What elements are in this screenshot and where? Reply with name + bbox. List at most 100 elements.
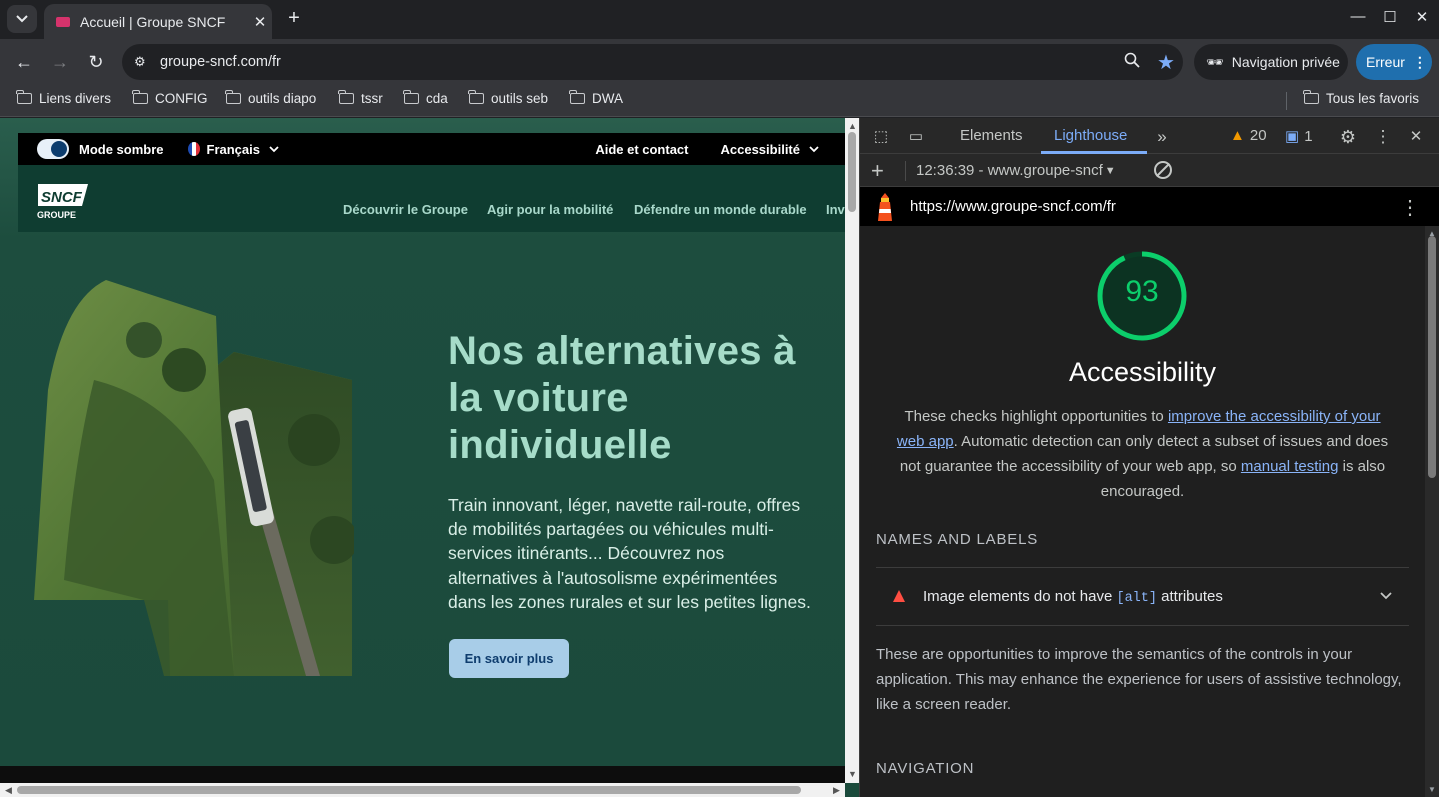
reload-button[interactable]: ↻	[84, 50, 108, 74]
nav-link-defendre[interactable]: Défendre un monde durable	[634, 202, 807, 217]
folder-icon	[225, 90, 241, 104]
site-info-icon[interactable]: ⚙	[134, 54, 156, 70]
nav-link-decouvrir[interactable]: Découvrir le Groupe	[343, 202, 468, 217]
hero-train-image	[34, 280, 358, 678]
hero-description: Train innovant, léger, navette rail-rout…	[448, 495, 811, 612]
incognito-label: Navigation privée	[1231, 54, 1340, 70]
back-button[interactable]: ←	[12, 50, 36, 74]
report-selector-label: 12:36:39 - www.groupe-sncf	[916, 162, 1103, 179]
nav-link-inv[interactable]: Inv	[826, 202, 845, 217]
manual-testing-link[interactable]: manual testing	[1241, 458, 1339, 475]
devtools-panel: ⬚ ▭ Elements Lighthouse » ▲ 20 ▣ 1 ⚙ ⋮ ✕…	[859, 118, 1439, 797]
inspect-element-icon[interactable]: ⬚	[871, 127, 891, 147]
chevron-down-icon	[16, 15, 28, 23]
warnings-counter[interactable]: ▲ 20	[1230, 127, 1267, 144]
page-vertical-scroll-thumb[interactable]	[848, 132, 856, 212]
dropdown-arrow-icon: ▼	[1104, 164, 1116, 177]
bookmark-folder[interactable]: CONFIG	[132, 90, 208, 106]
logo-subtext: GROUPE	[37, 210, 76, 220]
page-vertical-scrollbar[interactable]	[845, 118, 859, 783]
scroll-left-arrow-icon[interactable]: ◀	[5, 785, 12, 796]
folder-icon	[403, 90, 419, 104]
new-report-plus-icon[interactable]: +	[871, 158, 884, 184]
sncf-logo[interactable]: SNCF GROUPE	[36, 182, 90, 220]
incognito-icon: 🕶	[1206, 53, 1224, 70]
warning-icon: ▲	[1230, 127, 1245, 144]
close-devtools-icon[interactable]: ✕	[1406, 127, 1426, 147]
close-window-icon[interactable]: ✕	[1411, 8, 1433, 30]
bookmark-star-icon[interactable]: ★	[1149, 50, 1183, 75]
audit-title: Image elements do not have [alt] attribu…	[923, 588, 1223, 606]
folder-icon	[132, 90, 148, 104]
minimize-icon[interactable]: —	[1347, 8, 1369, 30]
bookmark-folder[interactable]: outils seb	[468, 90, 548, 106]
zoom-icon[interactable]	[1115, 52, 1149, 73]
report-url-bar: https://www.groupe-sncf.com/fr ⋮	[860, 187, 1439, 226]
browser-toolbar: ← → ↻ ⚙ groupe-sncf.com/fr ★ 🕶 Navigatio…	[0, 39, 1439, 85]
lighthouse-logo-icon	[878, 193, 892, 221]
scroll-up-arrow-icon[interactable]: ▲	[848, 121, 857, 131]
settings-gear-icon[interactable]: ⚙	[1338, 127, 1358, 147]
language-label: Français	[206, 141, 260, 157]
category-description: These checks highlight opportunities to …	[896, 408, 1389, 500]
tab-elements[interactable]: Elements	[960, 127, 1023, 144]
tab-strip: Accueil | Groupe SNCF ✕ + — ☐ ✕	[0, 0, 1439, 39]
scroll-right-arrow-icon[interactable]: ▶	[833, 785, 840, 796]
report-scroll-down-icon[interactable]: ▼	[1428, 785, 1436, 794]
chevron-down-icon[interactable]	[1380, 592, 1392, 600]
bookmark-folder[interactable]: tssr	[338, 90, 383, 106]
tab-lighthouse[interactable]: Lighthouse	[1054, 127, 1127, 144]
group-title-names-labels: NAMES AND LABELS	[876, 531, 1039, 548]
group-title-navigation: NAVIGATION	[876, 760, 975, 777]
messages-count: 1	[1304, 127, 1313, 145]
devtools-menu-kebab-icon[interactable]: ⋮	[1373, 127, 1393, 147]
report-menu-kebab-icon[interactable]: ⋮	[1400, 195, 1420, 220]
dark-mode-toggle[interactable]	[37, 139, 69, 159]
close-tab-icon[interactable]: ✕	[248, 13, 272, 31]
tab-search-button[interactable]	[7, 5, 37, 33]
browser-tab[interactable]: Accueil | Groupe SNCF ✕	[44, 4, 272, 39]
nav-link-agir[interactable]: Agir pour la mobilité	[487, 202, 613, 217]
address-bar[interactable]: ⚙ groupe-sncf.com/fr ★	[122, 44, 1183, 80]
device-toolbar-icon[interactable]: ▭	[906, 127, 926, 147]
maximize-icon[interactable]: ☐	[1379, 8, 1401, 30]
report-scroll-up-icon[interactable]: ▲	[1428, 229, 1436, 238]
fail-triangle-icon	[893, 590, 905, 602]
accessibility-menu[interactable]: Accessibilité	[721, 142, 820, 157]
devtools-tab-bar: ⬚ ▭ Elements Lighthouse » ▲ 20 ▣ 1 ⚙ ⋮ ✕	[860, 118, 1439, 154]
report-scroll-thumb[interactable]	[1428, 236, 1436, 478]
clear-reports-icon[interactable]	[1154, 161, 1172, 179]
folder-icon	[468, 90, 484, 104]
incognito-indicator[interactable]: 🕶 Navigation privée	[1194, 44, 1348, 80]
report-url[interactable]: https://www.groupe-sncf.com/fr	[910, 198, 1116, 215]
hero-title: Nos alternatives à la voiture individuel…	[448, 329, 796, 467]
url-text[interactable]: groupe-sncf.com/fr	[160, 54, 1115, 70]
chevron-down-icon	[269, 145, 279, 152]
bookmark-folder[interactable]: outils diapo	[225, 90, 316, 106]
en-savoir-plus-button[interactable]: En savoir plus	[449, 639, 569, 678]
bookmark-folder[interactable]: DWA	[569, 90, 623, 106]
folder-icon	[16, 90, 32, 104]
site-main-nav: SNCF GROUPE Découvrir le Groupe Agir pou…	[18, 165, 845, 232]
error-button[interactable]: Erreur ⋮	[1356, 44, 1432, 80]
dark-mode-label: Mode sombre	[79, 141, 164, 157]
audit-image-alt[interactable]: Image elements do not have [alt] attribu…	[876, 567, 1409, 626]
messages-counter[interactable]: ▣ 1	[1285, 127, 1313, 146]
bookmark-folder[interactable]: cda	[403, 90, 448, 106]
page-horizontal-scroll-thumb[interactable]	[17, 786, 801, 794]
forward-button[interactable]: →	[48, 50, 72, 74]
folder-icon	[1303, 90, 1319, 104]
bookmark-folder[interactable]: Liens divers	[16, 90, 111, 106]
score-value: 93	[1125, 275, 1159, 308]
language-selector[interactable]: Français	[187, 141, 279, 157]
all-bookmarks-folder[interactable]: Tous les favoris	[1303, 90, 1419, 106]
french-flag-icon	[187, 142, 200, 156]
scroll-down-arrow-icon[interactable]: ▼	[848, 769, 857, 779]
new-tab-button[interactable]: +	[283, 8, 305, 30]
tab-title: Accueil | Groupe SNCF	[80, 13, 226, 30]
more-tabs-icon[interactable]: »	[1152, 127, 1172, 147]
accessibility-menu-label: Accessibilité	[720, 141, 801, 157]
help-contact-link[interactable]: Aide et contact	[595, 142, 688, 157]
report-selector[interactable]: 12:36:39 - www.groupe-sncf ▼	[916, 162, 1116, 179]
folder-icon	[569, 90, 585, 104]
